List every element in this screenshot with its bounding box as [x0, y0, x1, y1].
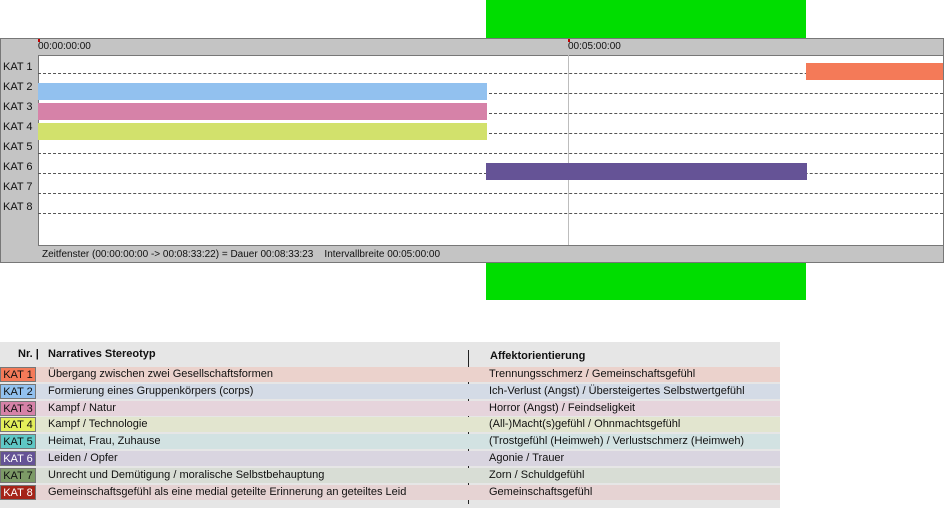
legend-stereotyp: Unrecht und Demütigung / moralische Selb… [48, 468, 325, 481]
kat-label-3: KAT 3 [3, 101, 33, 113]
segment-kat-2[interactable] [38, 83, 487, 100]
legend-affekt: Agonie / Trauer [489, 452, 565, 464]
time-ruler[interactable]: 00:00:00:00 00:05:00:00 [38, 39, 943, 56]
legend-badge: KAT 5 [0, 434, 36, 450]
tick-label-5min: 00:05:00:00 [568, 41, 621, 52]
lane-line-7 [38, 193, 943, 194]
legend-header-stereotyp: Narratives Stereotyp [48, 348, 156, 360]
legend-stereotyp: Leiden / Opfer [48, 452, 118, 464]
legend-header-affekt: Affektorientierung [490, 350, 586, 362]
legend-stereotyp: Formierung eines Gruppenkörpers (corps) [48, 384, 254, 397]
legend-badge: KAT 8 [0, 484, 36, 500]
legend-badge: KAT 7 [0, 467, 36, 483]
segment-kat-1[interactable] [806, 63, 943, 80]
kat-label-4: KAT 4 [3, 121, 33, 133]
legend-stereotyp: Übergang zwischen zwei Gesellschaftsform… [48, 368, 273, 380]
segment-kat-3[interactable] [38, 103, 487, 120]
status-bar: Zeitfenster (00:00:00:00 -> 00:08:33:22)… [38, 245, 943, 262]
legend-header-nr: Nr. | [18, 348, 39, 360]
legend-affekt: (Trostgefühl (Heimweh) / Verlustschmerz … [489, 435, 745, 448]
kat-label-5: KAT 5 [3, 141, 33, 153]
legend-affekt: (All-)Macht(s)gefühl / Ohnmachtsgefühl [489, 418, 681, 431]
legend-affekt: Gemeinschaftsgefühl [489, 485, 593, 498]
segment-kat-6[interactable] [486, 163, 807, 180]
legend-badge: KAT 6 [0, 451, 36, 466]
legend-affekt: Ich-Verlust (Angst) / Übersteigertes Sel… [489, 384, 745, 397]
segment-kat-4[interactable] [38, 123, 487, 140]
highlight-region-top [486, 0, 806, 40]
interval-gridline [568, 55, 569, 245]
legend-affekt: Trennungsschmerz / Gemeinschaftsgefühl [489, 368, 696, 380]
kat-label-7: KAT 7 [3, 181, 33, 193]
legend-stereotyp: Heimat, Frau, Zuhause [48, 435, 161, 448]
legend-affekt: Zorn / Schuldgefühl [489, 468, 585, 481]
legend-badge: KAT 2 [0, 383, 36, 399]
kat-label-1: KAT 1 [3, 61, 33, 73]
legend-stereotyp: Gemeinschaftsgefühl als eine medial gete… [48, 485, 407, 498]
lane-line-8 [38, 213, 943, 214]
highlight-region-bottom [486, 263, 806, 300]
legend-badge: KAT 4 [0, 417, 36, 433]
legend-badge: KAT 1 [0, 367, 36, 382]
legend-stereotyp: Kampf / Natur [48, 401, 116, 414]
tick-label-start: 00:00:00:00 [38, 41, 91, 52]
legend-stereotyp: Kampf / Technologie [48, 418, 148, 431]
kat-label-8: KAT 8 [3, 201, 33, 213]
kat-label-2: KAT 2 [3, 81, 33, 93]
lane-line-5 [38, 153, 943, 154]
kat-label-6: KAT 6 [3, 161, 33, 173]
legend-row [0, 400, 780, 416]
timeline-panel: 00:00:00:00 00:05:00:00 KAT 1 KAT 2 KAT … [0, 38, 944, 263]
legend-affekt: Horror (Angst) / Feindseligkeit [489, 401, 636, 414]
legend-badge: KAT 3 [0, 400, 36, 416]
